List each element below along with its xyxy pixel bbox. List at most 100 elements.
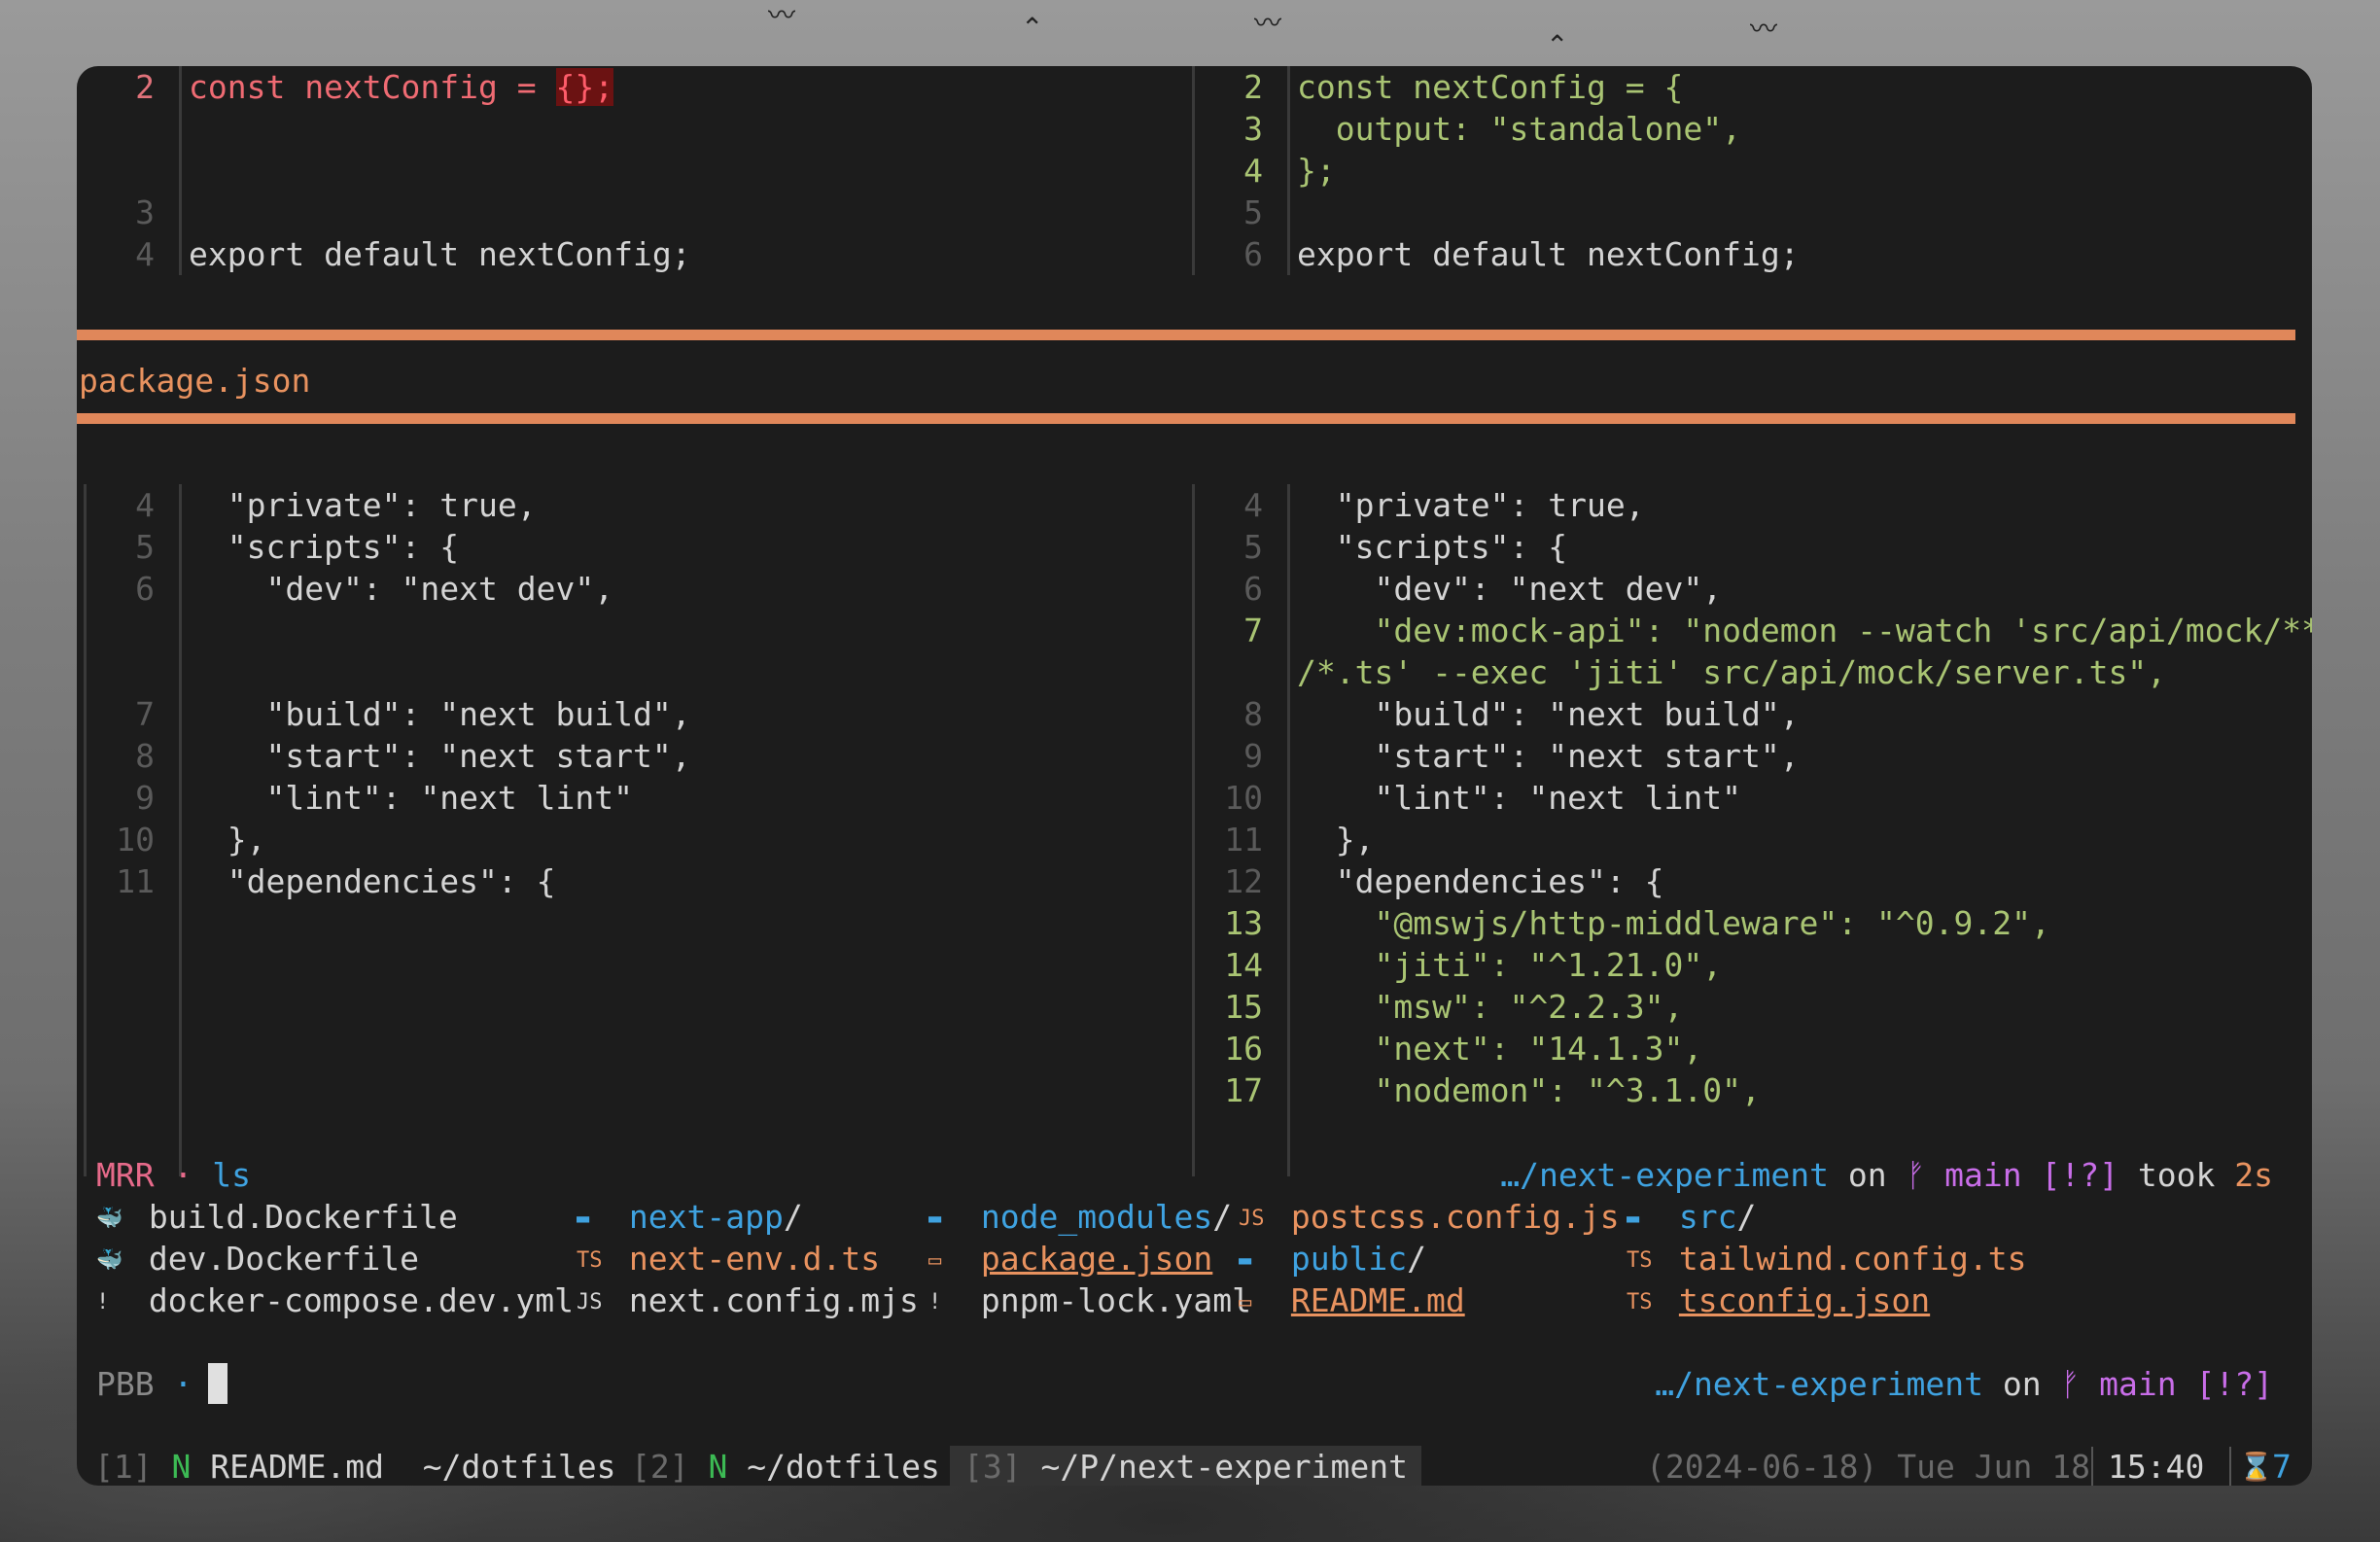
ls-entry-name: next.config.mjs bbox=[628, 1281, 919, 1319]
code-line: export default nextConfig; bbox=[189, 235, 691, 273]
tmux-window-tab-1[interactable]: [1] N README.md ~/dotfiles bbox=[94, 1446, 615, 1486]
code-line: "dependencies": { bbox=[189, 862, 556, 900]
tmux-window-tab-2[interactable]: [2] N ~/dotfiles bbox=[631, 1446, 940, 1486]
ls-entry-name: package.json bbox=[980, 1240, 1213, 1278]
code-line: "dev": "next dev", bbox=[1297, 570, 1723, 608]
code-line-added: "dev:mock-api": "nodemon --watch 'src/ap… bbox=[1297, 612, 2312, 649]
prompt-right-info: …/next-experiment on ᚠ main [!?] took 2s bbox=[1500, 1154, 2273, 1196]
status-divider bbox=[2229, 1447, 2231, 1486]
line-number: 10 bbox=[1224, 779, 1263, 817]
code-line: "lint": "next lint" bbox=[1297, 779, 1741, 817]
code-line-added: "next": "14.1.3", bbox=[1297, 1030, 1703, 1068]
line-number: 10 bbox=[116, 821, 155, 859]
ls-entry-name: docker-compose.dev.yml bbox=[148, 1281, 574, 1319]
folder-icon: ▬ bbox=[1239, 1248, 1252, 1273]
tmux-window-tab-3[interactable]: [3] ~/P/next-experiment bbox=[950, 1446, 1421, 1486]
ls-entry-name: dev.Dockerfile bbox=[148, 1240, 420, 1278]
neovim-icon: N bbox=[171, 1448, 192, 1486]
code-line: "lint": "next lint" bbox=[189, 779, 633, 817]
on-label: on bbox=[2002, 1365, 2042, 1403]
prompt-dot: · bbox=[173, 1156, 193, 1194]
ls-entry: ▬ public/ bbox=[1239, 1238, 1426, 1281]
ls-entry-name: next-app bbox=[628, 1198, 784, 1236]
code-line: "scripts": { bbox=[189, 528, 460, 566]
ls-entry: ▭ package.json bbox=[928, 1238, 1212, 1281]
line-number: 11 bbox=[1224, 821, 1263, 859]
markdown-icon: ▭ bbox=[1239, 1290, 1252, 1314]
status-count: 7 bbox=[2272, 1448, 2292, 1486]
line-number: 4 bbox=[1243, 486, 1263, 524]
folder-icon: ▬ bbox=[1627, 1207, 1640, 1231]
removed-highlight: {}; bbox=[555, 68, 614, 106]
line-number: 2 bbox=[1243, 68, 1263, 106]
prompt-symbol: PBB bbox=[96, 1365, 155, 1403]
ls-entry: ▬ node_modules/ bbox=[928, 1196, 1232, 1240]
git-status: [!?] bbox=[2195, 1365, 2273, 1403]
status-divider bbox=[2091, 1447, 2093, 1486]
ls-entry-name: node_modules bbox=[980, 1198, 1213, 1236]
code-line-added: "msw": "^2.2.3", bbox=[1297, 988, 1684, 1026]
git-branch-icon: ᚠ bbox=[2060, 1365, 2081, 1403]
cwd-path: …/next-experiment bbox=[1500, 1156, 1829, 1194]
terminal-window: 2 const nextConfig = {}; 3 4 export defa… bbox=[77, 66, 2312, 1486]
line-number: 8 bbox=[135, 737, 155, 775]
line-number: 7 bbox=[135, 695, 155, 733]
npm-icon: ▭ bbox=[928, 1248, 942, 1273]
shell-command: ls bbox=[212, 1156, 251, 1194]
ls-entry: 🐳 build.Dockerfile bbox=[96, 1196, 458, 1240]
code-line: "private": true, bbox=[1297, 486, 1645, 524]
ls-entry-name: build.Dockerfile bbox=[148, 1198, 458, 1236]
code-line: "build": "next build", bbox=[189, 695, 691, 733]
line-number: 4 bbox=[1243, 152, 1263, 190]
ls-entry-name: src bbox=[1678, 1198, 1737, 1236]
line-number: 13 bbox=[1224, 904, 1263, 942]
line-number: 9 bbox=[1243, 737, 1263, 775]
gutter-separator bbox=[179, 66, 182, 275]
prompt-dot: · bbox=[173, 1365, 193, 1403]
bird-silhouette: 〰 bbox=[1254, 7, 1282, 39]
ls-entry-name: pnpm-lock.yaml bbox=[980, 1281, 1252, 1319]
gutter-separator bbox=[179, 484, 182, 1176]
status-date: (2024-06-18) Tue Jun 18 bbox=[1646, 1448, 2090, 1486]
command-duration: 2s bbox=[2234, 1156, 2273, 1194]
code-line-removed: const nextConfig = {}; bbox=[189, 68, 614, 106]
ts-icon: TS bbox=[1627, 1290, 1653, 1314]
ls-entry-name: tsconfig.json bbox=[1678, 1281, 1931, 1319]
code-line-added: "jiti": "^1.21.0", bbox=[1297, 946, 1723, 984]
code-line: "start": "next start", bbox=[1297, 737, 1800, 775]
docker-icon: 🐳 bbox=[96, 1207, 123, 1231]
gutter-separator bbox=[1287, 484, 1290, 1176]
line-number: 5 bbox=[1243, 528, 1263, 566]
code-line-added: const nextConfig = { bbox=[1297, 68, 1684, 106]
code-line: "private": true, bbox=[189, 486, 537, 524]
code-line: "dev": "next dev", bbox=[189, 570, 614, 608]
ls-entry: TS tailwind.config.ts bbox=[1627, 1238, 2027, 1281]
ls-dir-suffix: / bbox=[1407, 1240, 1426, 1278]
folder-icon: ▬ bbox=[577, 1207, 590, 1231]
ls-entry: ▬ src/ bbox=[1627, 1196, 1756, 1240]
ls-entry-name: public bbox=[1290, 1240, 1408, 1278]
gutter-separator bbox=[1287, 66, 1290, 275]
js-icon: JS bbox=[577, 1290, 603, 1314]
ls-entry-name: tailwind.config.ts bbox=[1678, 1240, 2027, 1278]
line-number: 4 bbox=[135, 486, 155, 524]
ls-entry: ▭ README.md bbox=[1239, 1279, 1465, 1323]
git-status: [!?] bbox=[2041, 1156, 2119, 1194]
ls-entry-name: postcss.config.js bbox=[1290, 1198, 1620, 1236]
line-number: 2 bbox=[135, 68, 155, 106]
line-number: 14 bbox=[1224, 946, 1263, 984]
line-number: 9 bbox=[135, 779, 155, 817]
git-branch-icon: ᚠ bbox=[1906, 1156, 1926, 1194]
ls-entry: 🐳 dev.Dockerfile bbox=[96, 1238, 419, 1281]
prompt-symbol: MRR bbox=[96, 1156, 155, 1194]
on-label: on bbox=[1847, 1156, 1887, 1194]
ls-entry-name: next-env.d.ts bbox=[628, 1240, 881, 1278]
status-time: 15:40 bbox=[2108, 1448, 2205, 1486]
line-number: 3 bbox=[1243, 110, 1263, 148]
terminal-cursor[interactable] bbox=[208, 1363, 228, 1404]
cwd-path: …/next-experiment bbox=[1655, 1365, 1983, 1403]
prompt-right-info: …/next-experiment on ᚠ main [!?] bbox=[1655, 1363, 2273, 1405]
line-number: 4 bbox=[135, 235, 155, 273]
line-number: 17 bbox=[1224, 1071, 1263, 1109]
shell-prompt-line: MRR · ls bbox=[96, 1154, 251, 1196]
